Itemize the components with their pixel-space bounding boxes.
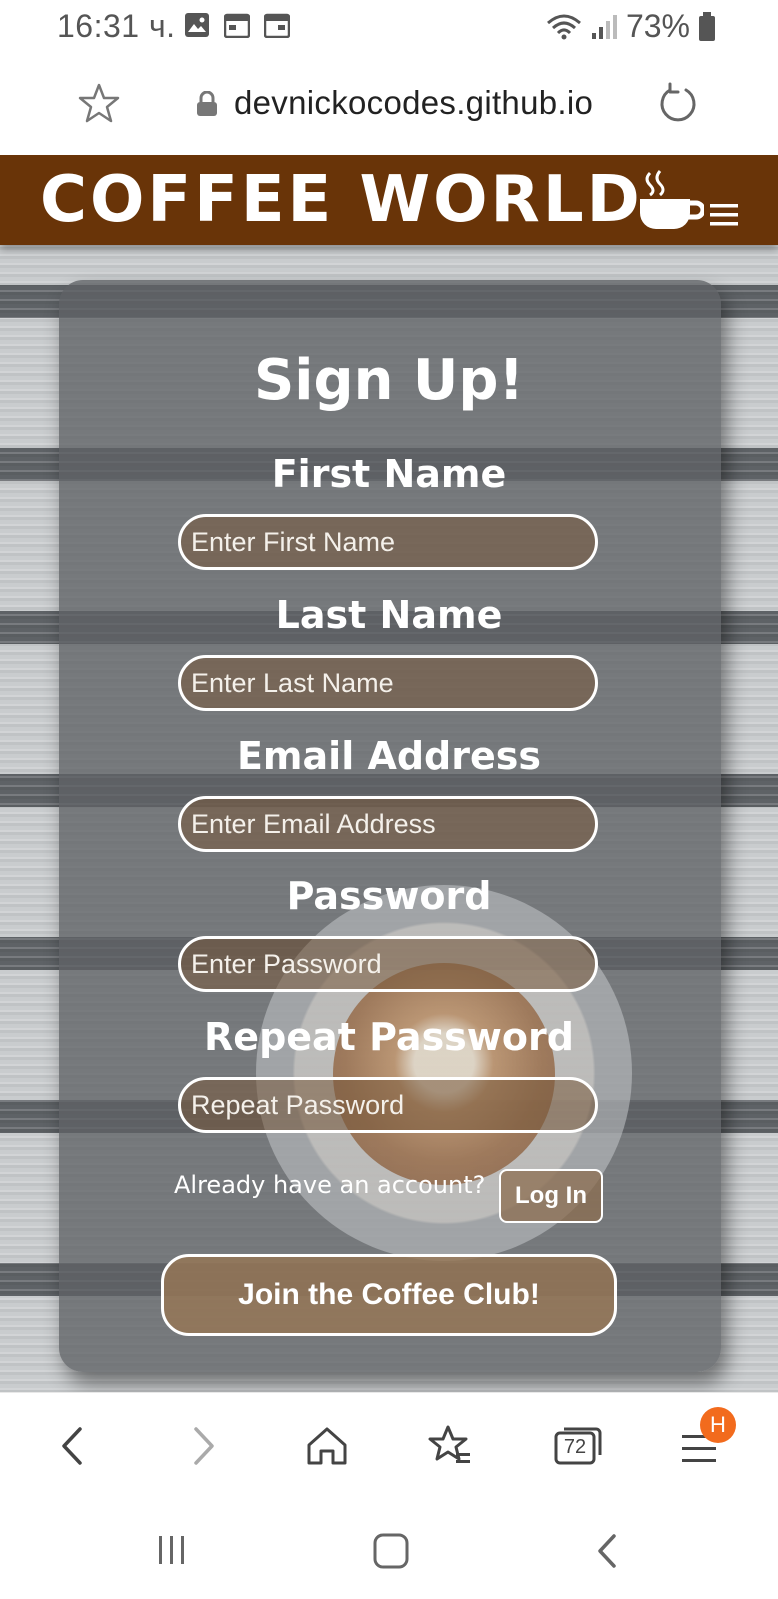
notification-icons [184, 12, 290, 38]
address-bar: devnickocodes.github.io [0, 56, 778, 156]
back-icon[interactable] [50, 1423, 96, 1469]
wifi-icon [546, 14, 581, 39]
hamburger-menu-icon[interactable] [708, 201, 740, 229]
battery-icon [699, 11, 715, 41]
repeat-password-label: Repeat Password [204, 1015, 574, 1059]
menu-badge: H [700, 1407, 736, 1443]
join-coffee-club-button[interactable]: Join the Coffee Club! [161, 1254, 617, 1336]
recent-apps-icon[interactable] [154, 1532, 190, 1568]
lock-icon [197, 91, 217, 116]
home-nav-icon[interactable] [372, 1532, 410, 1570]
tab-count: 72 [563, 1436, 587, 1458]
login-prompt: Already have an account? [174, 1171, 486, 1199]
status-bar: 16:31 ч. 73% [0, 0, 778, 56]
login-button[interactable]: Log In [499, 1169, 603, 1223]
repeat-password-input[interactable] [178, 1077, 598, 1133]
email-input[interactable] [178, 796, 598, 852]
system-navigation-bar [0, 1502, 778, 1599]
site-title[interactable]: COFFEE WORLD [40, 163, 643, 237]
status-right: 73% [546, 8, 716, 45]
form-title: Sign Up! [253, 348, 525, 413]
forward-icon[interactable] [180, 1423, 226, 1469]
latte-art [333, 963, 555, 1185]
reload-icon[interactable] [656, 82, 700, 126]
status-time: 16:31 ч. [57, 8, 176, 44]
browser-toolbar: 72 H [0, 1392, 778, 1503]
last-name-label: Last Name [275, 593, 503, 637]
tabs-button[interactable]: 72 [552, 1423, 604, 1469]
image-notification-icon [185, 13, 209, 37]
calendar-notification-icon [264, 13, 290, 38]
battery-percent: 73% [625, 8, 690, 44]
last-name-input[interactable] [178, 655, 598, 711]
home-icon[interactable] [304, 1423, 350, 1469]
web-page: COFFEE WORLD Sign Up! First Name Last Na… [0, 155, 778, 1392]
url-field[interactable]: devnickocodes.github.io [234, 84, 593, 122]
first-name-input[interactable] [178, 514, 598, 570]
password-input[interactable] [178, 936, 598, 992]
site-header: COFFEE WORLD [0, 155, 778, 245]
coffee-cup-icon [640, 170, 704, 229]
email-label: Email Address [236, 734, 542, 778]
signal-icon [591, 14, 617, 39]
back-nav-icon[interactable] [592, 1532, 622, 1570]
bookmark-star-icon[interactable] [78, 82, 120, 124]
bookmarks-icon[interactable] [428, 1423, 474, 1469]
calendar-notification-icon [224, 13, 250, 38]
password-label: Password [286, 874, 492, 918]
first-name-label: First Name [271, 452, 507, 496]
